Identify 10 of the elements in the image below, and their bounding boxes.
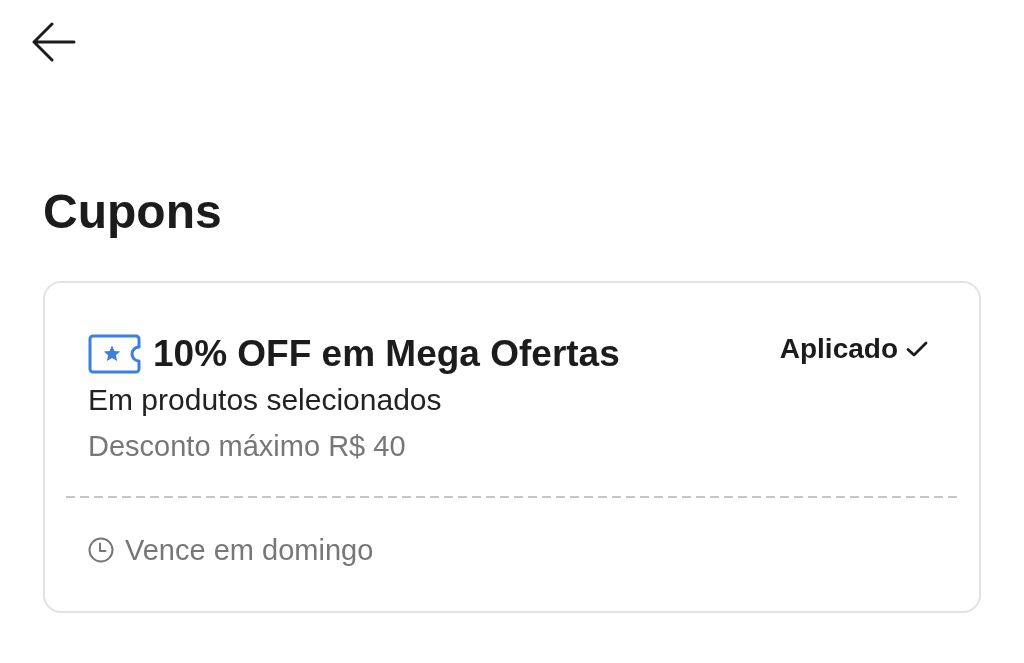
discount-limit: Desconto máximo R$ 40: [88, 429, 407, 464]
page-title: Cupons: [43, 184, 223, 240]
coupon-title: 10% OFF em Mega Ofertas: [153, 332, 620, 376]
status-label: Aplicado: [779, 332, 898, 366]
coupon-subtitle: Em produtos selecionados: [88, 382, 443, 418]
ticket-star-icon: [88, 334, 141, 374]
expiry-text: Vence em domingo: [125, 533, 374, 568]
back-arrow-icon: [30, 22, 76, 62]
clock-icon: [88, 537, 114, 563]
back-button[interactable]: [30, 22, 76, 62]
